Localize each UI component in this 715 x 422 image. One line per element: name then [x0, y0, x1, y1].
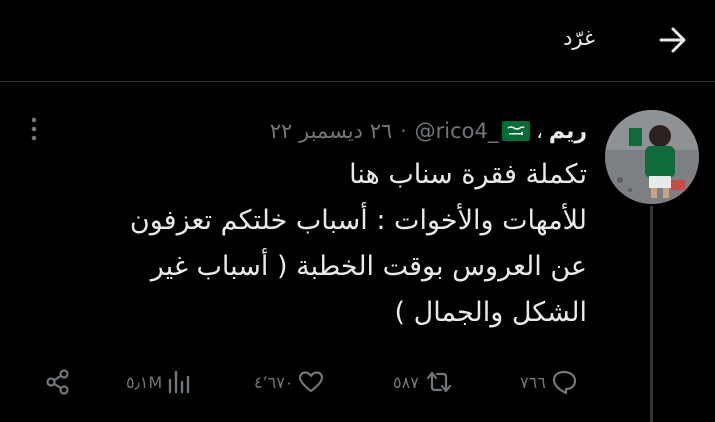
- page-title: غرّد: [563, 26, 595, 50]
- heart-icon: [299, 371, 324, 393]
- top-bar: غرّد: [0, 0, 715, 82]
- retweet-count: ٥٨٧: [393, 372, 419, 392]
- retweet-button[interactable]: ٥٨٧: [393, 362, 455, 402]
- reply-count: ٧٦٦: [520, 372, 546, 392]
- tweet-line: للأمهات والأخوات : أسباب خلتكم تعزفون: [129, 205, 587, 236]
- tweet-line: الشكل والجمال ): [394, 297, 587, 328]
- retweet-icon: [426, 371, 451, 393]
- like-count: ٤٬٦٧٠: [254, 372, 294, 392]
- reply-button[interactable]: ٧٦٦: [520, 362, 578, 402]
- more-vertical-icon: [31, 117, 37, 141]
- action-bar: ٧٦٦ ٥٨٧ ٤٬٦٧٠ ٥٫١M: [0, 362, 715, 402]
- arrow-right-icon: [659, 27, 686, 53]
- views-count: ٥٫١M: [126, 372, 163, 392]
- tweet-date[interactable]: ٢٦ ديسمبر ٢٢: [270, 119, 392, 143]
- back-button[interactable]: [655, 22, 691, 58]
- share-icon: [46, 369, 69, 395]
- user-handle[interactable]: @rico4_: [415, 119, 499, 143]
- views-button[interactable]: ٥٫١M: [126, 362, 192, 402]
- separator-dot: ·: [400, 119, 407, 143]
- share-button[interactable]: [44, 362, 72, 402]
- display-name[interactable]: ريم: [549, 119, 587, 144]
- avatar[interactable]: [605, 110, 699, 204]
- tweet-text: تكملة فقرة سناب هنا للأمهات والأخوات : أ…: [47, 152, 587, 336]
- reply-icon: [552, 370, 576, 395]
- views-icon: [168, 370, 190, 394]
- more-options-button[interactable]: [28, 116, 40, 142]
- avatar-photo: [605, 110, 699, 204]
- like-button[interactable]: ٤٬٦٧٠: [254, 362, 325, 402]
- saudi-flag-icon: [502, 121, 531, 141]
- name-comma: ،: [536, 119, 543, 143]
- tweet-line: تكملة فقرة سناب هنا: [349, 159, 587, 190]
- tweet-header: ريم ، @rico4_ · ٢٦ ديسمبر ٢٢: [147, 114, 587, 148]
- tweet-line: عن العروس بوقت الخطبة ( أسباب غير: [150, 251, 587, 282]
